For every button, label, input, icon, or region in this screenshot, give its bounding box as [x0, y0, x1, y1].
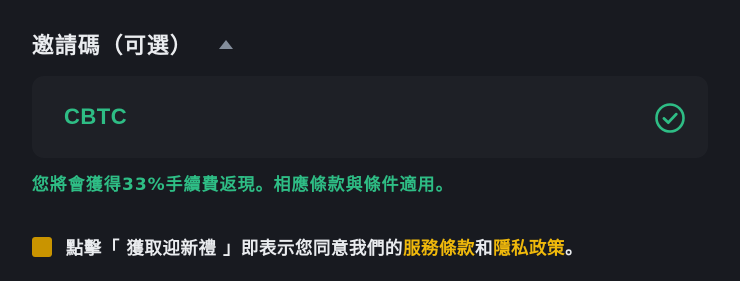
referral-code-field[interactable] — [32, 76, 708, 158]
check-circle-icon — [655, 103, 685, 133]
consent-text-before: 點擊「 獲取迎新禮 」即表示您同意我們的 — [66, 238, 404, 259]
consent-text: 點擊「 獲取迎新禮 」即表示您同意我們的服務條款和隱私政策。 — [66, 235, 583, 260]
referral-success-message: 您將會獲得33%手續費返現。相應條款與條件適用。 — [32, 175, 454, 195]
referral-code-input[interactable] — [64, 76, 624, 158]
consent-row: 點擊「 獲取迎新禮 」即表示您同意我們的服務條款和隱私政策。 — [32, 232, 583, 262]
consent-checkbox[interactable] — [32, 237, 52, 257]
consent-conjunction: 和 — [475, 238, 494, 259]
caret-up-icon[interactable] — [219, 39, 234, 49]
privacy-policy-link[interactable]: 隱私政策 — [493, 239, 565, 259]
referral-section-title: 邀請碼（可選） — [32, 34, 194, 59]
referral-section-toggle[interactable]: 邀請碼（可選） — [32, 26, 234, 62]
terms-of-service-link[interactable]: 服務條款 — [403, 239, 475, 259]
consent-text-after: 。 — [565, 238, 584, 259]
